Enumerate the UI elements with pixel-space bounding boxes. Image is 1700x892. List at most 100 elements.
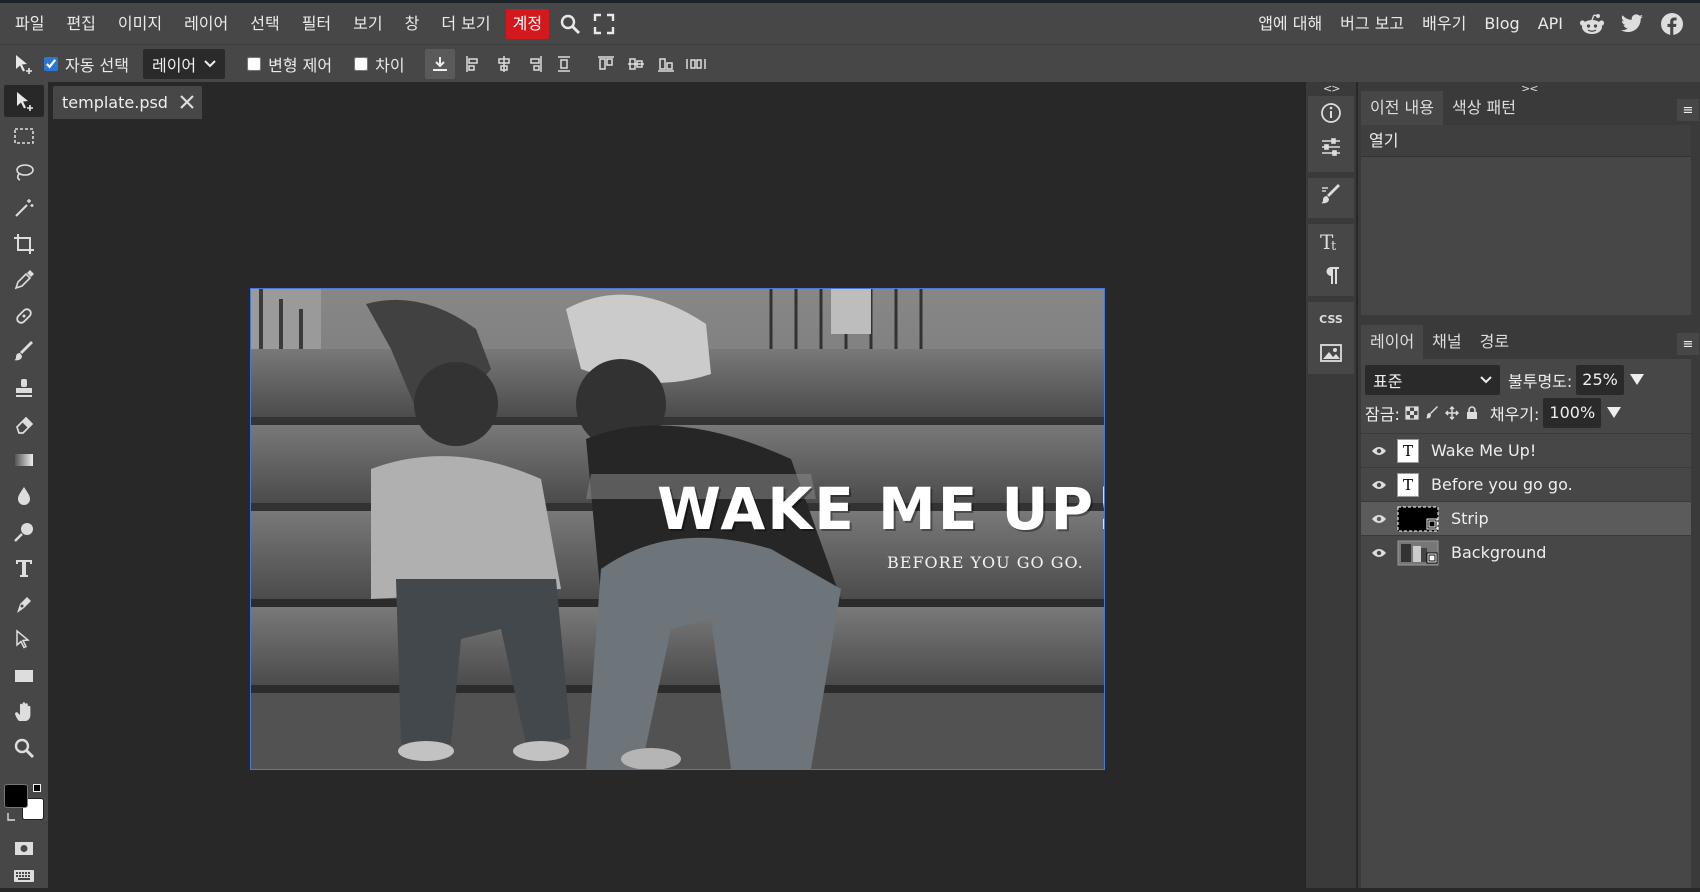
css-panel-icon[interactable]: CSS [1308, 302, 1354, 336]
fill-input[interactable]: 100% [1543, 397, 1602, 428]
brush-tool[interactable] [6, 336, 42, 368]
close-icon[interactable] [179, 94, 195, 110]
auto-select-option[interactable]: 자동 선택 [44, 52, 129, 76]
tab-layers[interactable]: 레이어 [1361, 325, 1424, 359]
reddit-icon[interactable] [1572, 7, 1612, 41]
align-top-icon[interactable] [591, 49, 621, 79]
stamp-tool[interactable] [6, 372, 42, 404]
paragraph-panel-icon[interactable] [1308, 258, 1354, 292]
menu-more[interactable]: 더 보기 [430, 9, 501, 39]
target-select[interactable]: 레이어 [142, 48, 226, 79]
eraser-tool[interactable] [6, 408, 42, 440]
image-panel-icon[interactable] [1308, 336, 1354, 370]
menu-select[interactable]: 선택 [239, 9, 290, 39]
layer-row-before-you-go[interactable]: T Before you go go. [1361, 467, 1691, 501]
facebook-icon[interactable] [1652, 7, 1692, 41]
reset-colors-icon[interactable] [6, 811, 18, 823]
keyboard-shortcuts-tool[interactable] [6, 860, 42, 892]
layers-menu-icon[interactable]: ≡ [1677, 333, 1699, 355]
lock-pixels-icon[interactable] [1424, 405, 1440, 421]
move-tool[interactable] [4, 85, 44, 117]
twitter-icon[interactable] [1612, 7, 1652, 41]
marquee-tool[interactable] [6, 120, 42, 152]
path-select-tool[interactable] [6, 624, 42, 656]
info-panel-icon[interactable] [1308, 96, 1354, 130]
menu-image[interactable]: 이미지 [107, 9, 173, 39]
lock-all-icon[interactable] [1464, 405, 1480, 421]
difference-option[interactable]: 차이 [354, 52, 405, 76]
opacity-slider-toggle-icon[interactable] [1629, 374, 1644, 385]
tab-history[interactable]: 이전 내용 [1361, 91, 1443, 125]
character-panel-icon[interactable]: Tt [1308, 224, 1354, 258]
menu-api[interactable]: API [1529, 9, 1572, 39]
distribute-horizontal-icon[interactable] [549, 49, 579, 79]
fill-slider-toggle-icon[interactable] [1607, 407, 1622, 418]
blend-mode-select[interactable]: 표준 [1365, 364, 1500, 395]
right-panels: >< 이전 내용 색상 패턴 ≡ 열기 레이어 채널 경로 ≡ 표준 불투명도:… [1358, 82, 1700, 888]
eye-icon[interactable] [1361, 514, 1397, 524]
brush-settings-panel-icon[interactable] [1308, 178, 1354, 212]
auto-select-checkbox[interactable] [44, 56, 58, 71]
document-tab[interactable]: template.psd [53, 86, 202, 119]
opacity-input[interactable]: 25% [1576, 364, 1624, 395]
align-middle-vertical-icon[interactable] [621, 49, 651, 79]
lock-position-icon[interactable] [1444, 405, 1460, 421]
align-center-horizontal-icon[interactable] [489, 49, 519, 79]
eyedropper-tool[interactable] [6, 264, 42, 296]
hand-tool[interactable] [6, 696, 42, 728]
menu-file[interactable]: 파일 [4, 9, 55, 39]
target-select-value: 레이어 [151, 55, 197, 75]
layer-row-strip[interactable]: Strip [1361, 501, 1691, 535]
distribute-vertical-icon[interactable] [681, 49, 711, 79]
shape-tool[interactable] [6, 660, 42, 692]
menu-learn[interactable]: 배우기 [1413, 9, 1475, 39]
eye-icon[interactable] [1361, 548, 1397, 558]
menu-edit[interactable]: 편집 [55, 9, 106, 39]
download-icon[interactable] [424, 48, 455, 79]
menu-window[interactable]: 창 [394, 9, 431, 39]
menu-view[interactable]: 보기 [342, 9, 393, 39]
menu-filter[interactable]: 필터 [291, 9, 342, 39]
pen-tool[interactable] [6, 588, 42, 620]
document-canvas[interactable]: WAKE ME UP! BEFORE YOU GO GO. [250, 288, 1105, 770]
eye-icon[interactable] [1361, 480, 1397, 490]
adjustments-panel-icon[interactable] [1308, 130, 1354, 164]
tab-paths[interactable]: 경로 [1471, 325, 1518, 359]
lock-transparency-icon[interactable] [1404, 405, 1420, 421]
menu-bar: 파일 편집 이미지 레이어 선택 필터 보기 창 더 보기 계정 앱에 대해 버… [0, 0, 1700, 44]
layer-row-background[interactable]: Background [1361, 535, 1691, 569]
swap-colors-icon[interactable] [33, 784, 41, 792]
align-bottom-icon[interactable] [651, 49, 681, 79]
collapse-icon-column-button[interactable]: <> [1323, 82, 1340, 95]
magic-wand-tool[interactable] [6, 192, 42, 224]
menu-blog[interactable]: Blog [1475, 9, 1528, 39]
dodge-tool[interactable] [6, 516, 42, 548]
search-icon[interactable] [553, 7, 587, 41]
menu-layer[interactable]: 레이어 [173, 9, 239, 39]
crop-tool[interactable] [6, 228, 42, 260]
icon-group-2 [1308, 178, 1354, 218]
align-left-icon[interactable] [459, 49, 489, 79]
layer-row-wake-me-up[interactable]: T Wake Me Up! [1361, 433, 1691, 467]
fullscreen-icon[interactable] [587, 7, 621, 41]
paint-bucket-tool[interactable] [6, 480, 42, 512]
tab-channels[interactable]: 채널 [1423, 325, 1470, 359]
foreground-color-swatch[interactable] [4, 784, 28, 808]
history-menu-icon[interactable]: ≡ [1677, 99, 1699, 121]
lasso-tool[interactable] [6, 156, 42, 188]
gradient-tool[interactable] [6, 444, 42, 476]
history-item-open[interactable]: 열기 [1361, 125, 1691, 157]
move-tool-options-icon[interactable] [8, 49, 38, 79]
align-right-icon[interactable] [519, 49, 549, 79]
zoom-tool[interactable] [6, 732, 42, 764]
tab-swatches[interactable]: 색상 패턴 [1443, 91, 1525, 125]
menu-about[interactable]: 앱에 대해 [1249, 9, 1331, 39]
transform-controls-checkbox[interactable] [247, 56, 262, 71]
difference-checkbox[interactable] [354, 56, 369, 71]
healing-brush-tool[interactable] [6, 300, 42, 332]
menu-report-bug[interactable]: 버그 보고 [1331, 9, 1413, 39]
eye-icon[interactable] [1361, 446, 1397, 456]
type-tool[interactable] [6, 552, 42, 584]
account-button[interactable]: 계정 [505, 8, 550, 39]
transform-controls-option[interactable]: 변형 제어 [247, 52, 332, 76]
